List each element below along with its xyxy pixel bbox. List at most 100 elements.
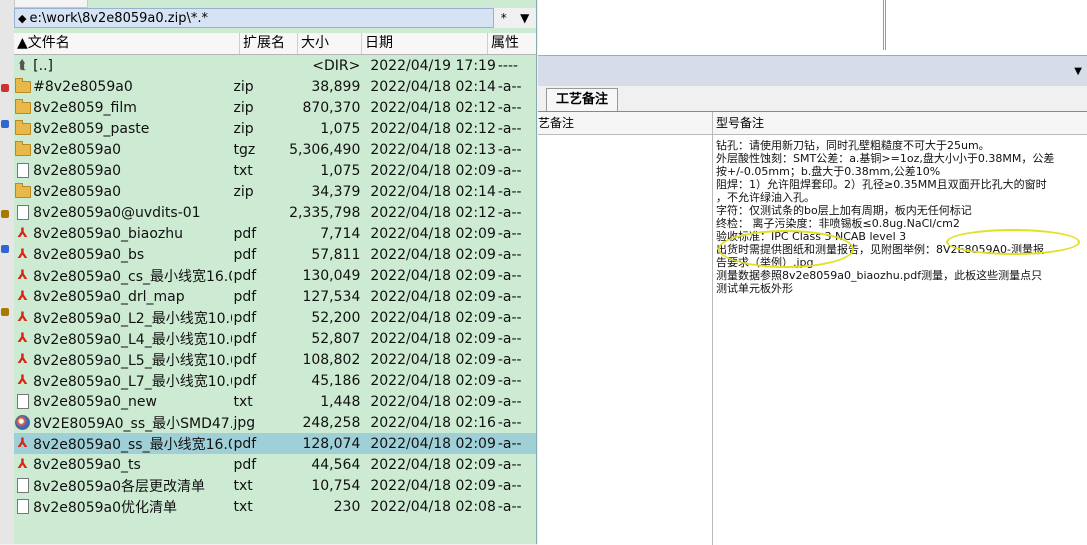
filter-star[interactable]: * <box>501 11 507 25</box>
pdf-icon: ⅄ <box>17 373 28 388</box>
file-row[interactable]: ⅄ 8v2e8059a0_ss_最小线宽16.0.. pdf 128,074 2022/… <box>14 433 536 454</box>
file-name: 8v2e8059a0_L5_最小线宽10.0.. <box>33 352 232 369</box>
path-bar[interactable]: ◆ e:\work\8v2e8059a0.zip\*.* <box>14 8 494 28</box>
drive-button-stub[interactable] <box>14 0 88 8</box>
file-ext: zip <box>233 78 254 95</box>
file-date: 2022/04/18 02:14 <box>370 78 496 95</box>
blue-tool-icon[interactable] <box>1 120 9 128</box>
chevron-down-icon[interactable]: ▼ <box>1074 66 1082 77</box>
file-row[interactable]: #8v2e8059a0 zip 38,899 2022/04/18 02:14 -a-- <box>14 76 536 97</box>
file-row[interactable]: 8v2e8059a0 txt 1,075 2022/04/18 02:09 -a-- <box>14 160 536 181</box>
note-line: 终检： 离子污染度：非喷锡板≤0.8ug.NaCl/cm2 <box>716 217 960 230</box>
file-row[interactable]: ⅄ 8v2e8059a0_L2_最小线宽10.0.. pdf 52,200 2022/0… <box>14 307 536 328</box>
file-date: 2022/04/18 02:14 <box>370 183 496 200</box>
file-attr: -a-- <box>497 414 522 431</box>
file-name: 8v2e8059a0各层更改清单 <box>33 478 205 495</box>
file-row[interactable]: ⅄ 8v2e8059a0_L7_最小线宽10.0.. pdf 45,186 2022/0… <box>14 370 536 391</box>
file-attr: -a-- <box>497 288 522 305</box>
file-size: 52,807 <box>311 330 361 347</box>
col-date-header[interactable]: 日期 <box>362 33 488 54</box>
document-icon <box>16 205 29 220</box>
archive-folder-icon <box>14 98 31 114</box>
red-tool-icon[interactable] <box>1 84 9 92</box>
file-ext: pdf <box>233 267 257 284</box>
file-row[interactable]: ⅄ 8v2e8059a0_cs_最小线宽16.0.. pdf 130,049 2022/… <box>14 265 536 286</box>
pdf-icon: ⅄ <box>17 331 28 346</box>
brown-tool-icon-2[interactable] <box>1 308 9 316</box>
file-row[interactable]: 8v2e8059_paste zip 1,075 2022/04/18 02:12 -a… <box>14 118 536 139</box>
file-name: 8v2e8059a0 <box>33 183 121 200</box>
note-line: 钻孔：请使用新刀钻，同时孔壁粗糙度不可大于25um。 <box>716 139 990 152</box>
file-date: 2022/04/18 02:12 <box>370 99 496 116</box>
file-row[interactable]: ⮬ [..] <DIR> 2022/04/19 17:19 ---- <box>14 55 536 76</box>
path-controls: * ▼ <box>494 8 536 28</box>
splitter-band: ▼ <box>538 56 1087 86</box>
file-attr: -a-- <box>497 78 522 95</box>
file-size: 870,370 <box>302 99 361 116</box>
file-attr: -a-- <box>497 99 522 116</box>
file-name: 8v2e8059a0优化清单 <box>33 499 177 516</box>
file-name: 8v2e8059a0_L7_最小线宽10.0.. <box>33 373 232 390</box>
col-name-header[interactable]: ▲文件名 <box>14 33 240 54</box>
file-size: 2,335,798 <box>289 204 361 221</box>
file-row[interactable]: 8v2e8059_film zip 870,370 2022/04/18 02:12-… <box>14 97 536 118</box>
column-header: ▲文件名 扩展名 大小 日期 属性 <box>14 33 536 55</box>
file-size: 52,200 <box>311 309 361 326</box>
file-ext: pdf <box>233 330 257 347</box>
col-ext-header[interactable]: 扩展名 <box>240 33 298 54</box>
file-name: 8v2e8059a0_L2_最小线宽10.0.. <box>33 310 232 327</box>
file-ext: zip <box>233 99 254 116</box>
note-line: 阻焊：1）允许阻焊套印。2）孔径≥0.35MM且双面开比孔大的窗时 <box>716 178 1047 191</box>
archive-folder-icon <box>14 77 31 93</box>
file-row[interactable]: 8v2e8059a0 tgz 5,306,490 2022/04/18 02:13 -a… <box>14 139 536 160</box>
note-line: 测试单元板外形 <box>716 282 793 295</box>
file-row[interactable]: 8V2E8059A0_ss_最小SMD47... jpg 248,258 2022/0… <box>14 412 536 433</box>
file-ext: pdf <box>233 246 257 263</box>
file-list: ⮬ [..] <DIR> 2022/04/19 17:19 ---- #8v2e8059a… <box>14 55 536 517</box>
col-size-header[interactable]: 大小 <box>298 33 362 54</box>
file-row[interactable]: 8v2e8059a0@uvdits-01 2,335,798 2022/04/18 … <box>14 202 536 223</box>
tab-process-notes[interactable]: 工艺备注 <box>546 88 618 111</box>
file-row[interactable]: 8v2e8059a0各层更改清单 txt 10,754 2022/04/18 02:0… <box>14 475 536 496</box>
note-line: 按+/-0.05mm；b.盘大于0.38mm,公差10% <box>716 165 941 178</box>
document-icon <box>16 163 29 178</box>
file-name: 8v2e8059a0_new <box>33 393 157 410</box>
pdf-icon: ⅄ <box>17 247 28 262</box>
chevron-down-icon[interactable]: ▼ <box>520 11 529 25</box>
file-row[interactable]: ⅄ 8v2e8059a0_bs pdf 57,811 2022/04/18 02:09-… <box>14 244 536 265</box>
col-attr-header[interactable]: 属性 <box>488 33 536 54</box>
file-name: 8V2E8059A0_ss_最小SMD47... <box>33 415 232 432</box>
file-name: 8v2e8059a0_drl_map <box>33 288 185 305</box>
file-row[interactable]: 8v2e8059a0优化清单 txt 230 2022/04/18 02:08 -a-- <box>14 496 536 517</box>
file-date: 2022/04/18 02:09 <box>370 309 496 326</box>
document-icon <box>16 478 29 493</box>
file-ext: pdf <box>233 225 257 242</box>
model-notes-text[interactable]: 钻孔：请使用新刀钻，同时孔壁粗糙度不可大于25um。 外层酸性蚀刻：SMT公差：a… <box>716 139 1086 295</box>
file-row[interactable]: ⅄ 8v2e8059a0_L5_最小线宽10.0.. pdf 108,802 2022/… <box>14 349 536 370</box>
file-attr: -a-- <box>497 225 522 242</box>
col-model-notes[interactable]: 型号备注 <box>714 112 764 134</box>
file-row[interactable]: 8v2e8059a0_new txt 1,448 2022/04/18 02:09 -a… <box>14 391 536 412</box>
column-divider <box>712 134 713 545</box>
document-icon <box>16 499 29 514</box>
file-row[interactable]: ⅄ 8v2e8059a0_ts pdf 44,564 2022/04/18 02:09-… <box>14 454 536 475</box>
file-size: 45,186 <box>311 372 361 389</box>
archive-folder-icon <box>14 119 31 135</box>
file-attr: -a-- <box>497 351 522 368</box>
file-row[interactable]: ⅄ 8v2e8059a0_drl_map pdf 127,534 2022/04/18 … <box>14 286 536 307</box>
file-size: 7,714 <box>320 225 361 242</box>
file-ext: txt <box>233 477 253 494</box>
file-date: 2022/04/18 02:09 <box>370 246 496 263</box>
brown-tool-icon[interactable] <box>1 210 9 218</box>
col-process-notes[interactable]: 艺备注 <box>538 112 713 134</box>
document-icon <box>16 394 29 409</box>
blue-tool-icon-2[interactable] <box>1 245 9 253</box>
pdf-icon: ⅄ <box>17 226 28 241</box>
file-ext: zip <box>233 183 254 200</box>
file-row[interactable]: 8v2e8059a0 zip 34,379 2022/04/18 02:14 -a-- <box>14 181 536 202</box>
file-row[interactable]: ⅄ 8v2e8059a0_L4_最小线宽10.0.. pdf 52,807 2022/0… <box>14 328 536 349</box>
file-name: 8v2e8059a0 <box>33 162 121 179</box>
file-attr: -a-- <box>497 393 522 410</box>
file-row[interactable]: ⅄ 8v2e8059a0_biaozhu pdf 7,714 2022/04/18 02… <box>14 223 536 244</box>
file-size: 57,811 <box>311 246 361 263</box>
